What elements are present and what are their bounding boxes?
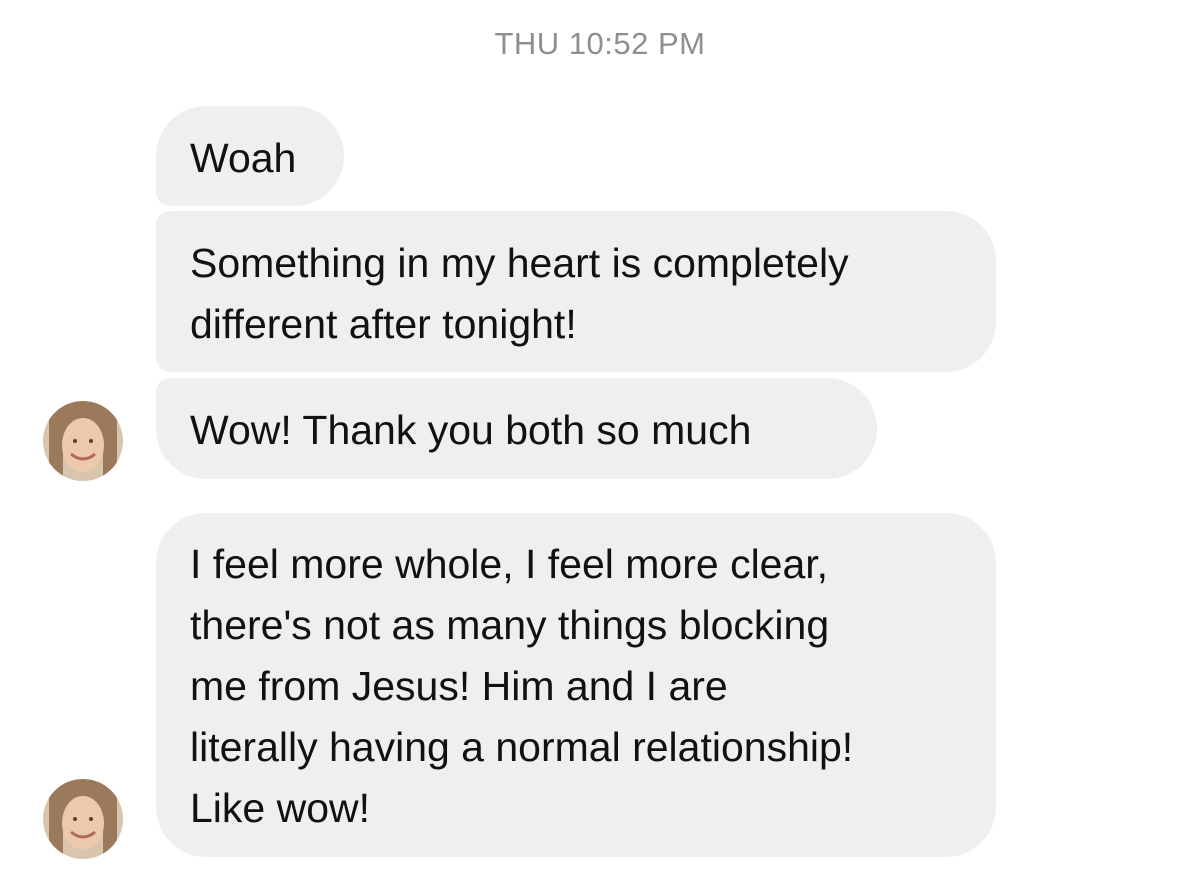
message-thread: THU 10:52 PM Woah Something in my heart …	[0, 0, 1200, 872]
message-bubble[interactable]: Woah	[156, 106, 344, 206]
message-bubble[interactable]: Wow! Thank you both so much	[156, 378, 877, 479]
sender-avatar[interactable]	[43, 401, 123, 481]
message-text: Woah	[190, 135, 297, 181]
message-text: Wow! Thank you both so much	[190, 407, 752, 453]
message-bubble[interactable]: Something in my heart is completely diffe…	[156, 211, 996, 372]
sender-avatar-photo-icon	[43, 779, 123, 859]
thread-timestamp: THU 10:52 PM	[494, 26, 706, 61]
message-text: I feel more whole, I feel more clear, the…	[190, 541, 854, 831]
message-bubble[interactable]: I feel more whole, I feel more clear, the…	[156, 513, 996, 857]
message-text: Something in my heart is completely diffe…	[190, 240, 849, 347]
sender-avatar-photo-icon	[43, 401, 123, 481]
sender-avatar[interactable]	[43, 779, 123, 859]
